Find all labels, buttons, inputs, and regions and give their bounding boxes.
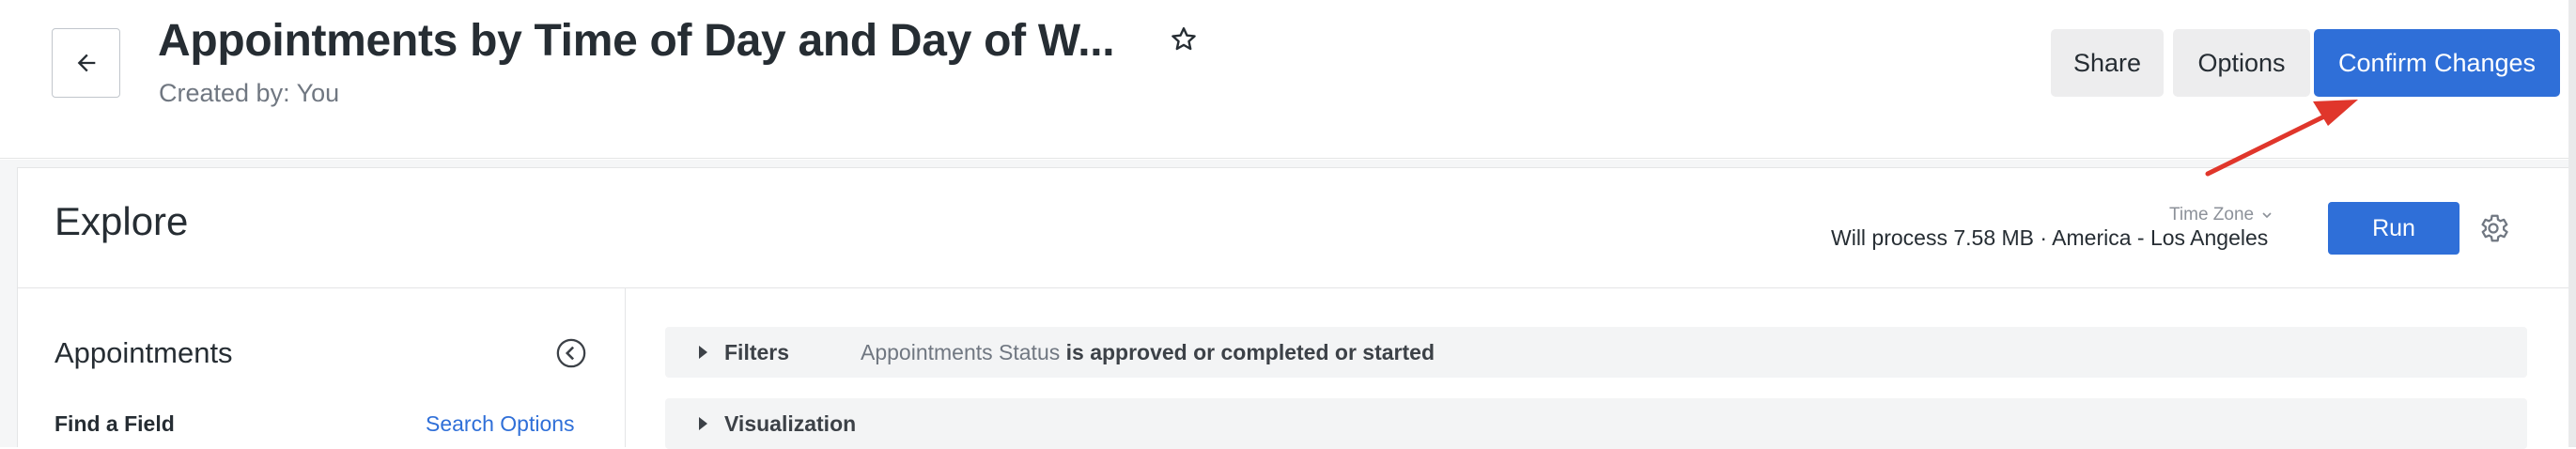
search-options-link[interactable]: Search Options	[426, 411, 575, 437]
collapse-sidebar-button[interactable]	[554, 336, 588, 370]
visualization-section[interactable]: Visualization	[665, 398, 2527, 449]
explore-divider	[17, 287, 2568, 288]
settings-button[interactable]	[2475, 209, 2512, 247]
options-button[interactable]: Options	[2173, 29, 2310, 97]
gear-icon	[2481, 214, 2508, 242]
confirm-changes-button[interactable]: Confirm Changes	[2314, 29, 2560, 97]
run-button[interactable]: Run	[2328, 202, 2460, 255]
back-button[interactable]	[52, 28, 120, 98]
caret-right-icon	[699, 346, 707, 359]
share-button[interactable]: Share	[2051, 29, 2164, 97]
explore-title: Explore	[54, 199, 189, 243]
filters-section[interactable]: Filters Appointments Status is approved …	[665, 327, 2527, 378]
visualization-label: Visualization	[724, 410, 857, 436]
sidebar-divider	[625, 288, 626, 447]
window-scrollbar-track[interactable]	[2568, 0, 2576, 447]
find-field-label: Find a Field	[54, 411, 175, 436]
timezone-dropdown[interactable]: Time Zone	[2169, 205, 2274, 225]
process-info: Will process 7.58 MB · America - Los Ang…	[1831, 225, 2269, 250]
filter-field: Appointments Status	[861, 339, 1061, 364]
filters-label: Filters	[724, 339, 790, 364]
page-title: Appointments by Time of Day and Day of W…	[158, 16, 1115, 66]
filter-condition: is approved or completed or started	[1065, 339, 1435, 364]
caret-right-icon	[699, 417, 707, 430]
chevron-left-circle-icon	[556, 338, 586, 368]
timezone-label: Time Zone	[2169, 205, 2255, 224]
filter-summary: Appointments Status is approved or compl…	[861, 340, 1435, 365]
arrow-left-icon	[77, 54, 95, 72]
favorite-button[interactable]	[1167, 23, 1201, 56]
chevron-down-icon	[2262, 212, 2272, 219]
star-outline-icon	[1172, 27, 1196, 51]
sidebar-title: Appointments	[54, 336, 233, 369]
created-by-label: Created by: You	[159, 79, 340, 107]
